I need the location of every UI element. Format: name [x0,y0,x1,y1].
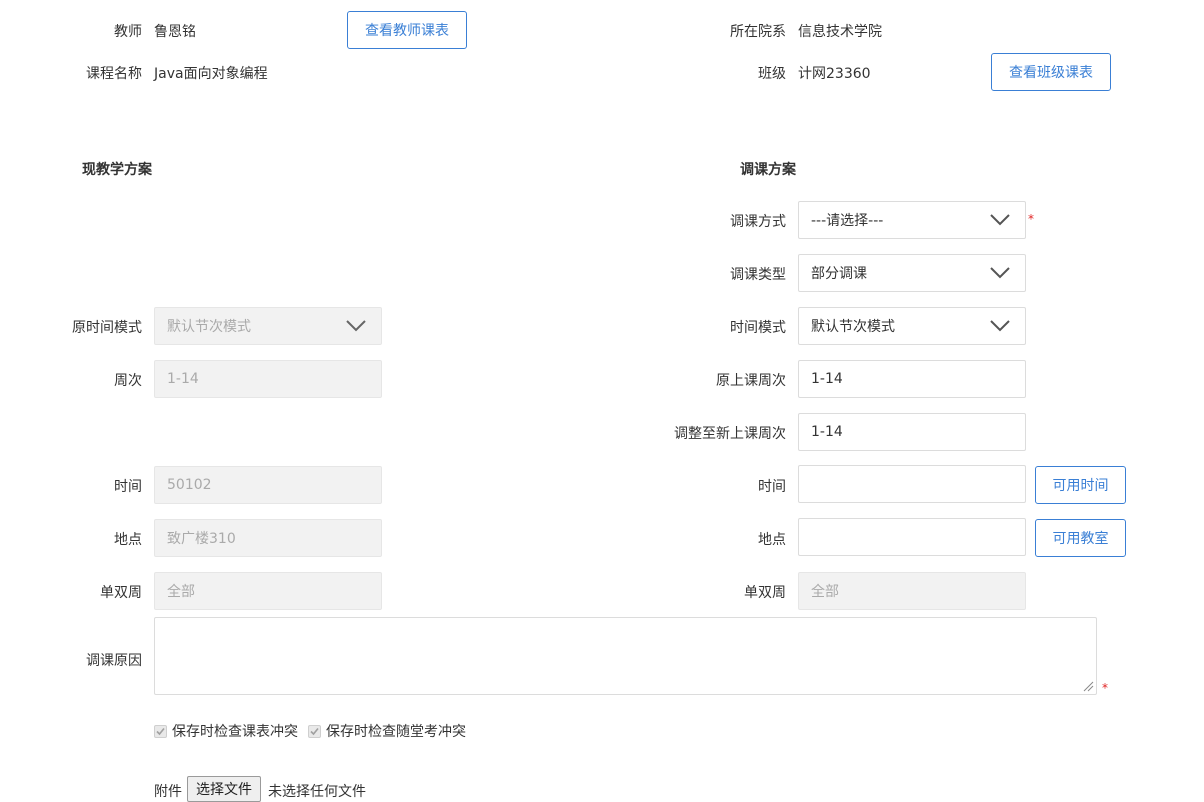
new-oddeven-field: 全部 [798,572,1026,610]
view-class-schedule-button[interactable]: 查看班级课表 [991,53,1111,91]
check-quiz-conflict-label: 保存时检查随堂考冲突 [326,724,466,740]
weeks-field: 1-14 [154,360,382,398]
chevron-down-icon [990,267,1010,279]
new-place-input[interactable] [798,518,1026,556]
oddeven-value: 全部 [167,584,195,600]
required-mark: * [1102,681,1108,695]
teacher-label: 教师 [114,24,142,40]
new-time-input[interactable] [798,465,1026,503]
adjust-method-select[interactable]: ---请选择--- [798,201,1026,239]
adjust-type-select[interactable]: 部分调课 [798,254,1026,292]
oddeven-field: 全部 [154,572,382,610]
orig-weeks-input[interactable]: 1-14 [798,360,1026,398]
new-place-label: 地点 [758,532,786,548]
resize-handle-icon[interactable] [1083,681,1094,692]
choose-file-button[interactable]: 选择文件 [187,776,261,802]
check-schedule-conflict-label: 保存时检查课表冲突 [172,724,298,740]
orig-time-mode-value: 默认节次模式 [167,319,251,335]
new-time-label: 时间 [758,479,786,495]
place-field: 致广楼310 [154,519,382,557]
reason-textarea[interactable] [154,617,1097,695]
new-oddeven-label: 单双周 [744,585,786,601]
new-weeks-value: 1-14 [811,424,843,440]
time-label: 时间 [114,479,142,495]
adjust-plan-title: 调课方案 [740,162,796,178]
time-value: 50102 [167,477,212,493]
adjust-type-label: 调课类型 [730,267,786,283]
new-oddeven-value: 全部 [811,584,839,600]
time-mode-select[interactable]: 默认节次模式 [798,307,1026,345]
time-mode-label: 时间模式 [730,320,786,336]
check-quiz-conflict[interactable]: 保存时检查随堂考冲突 [308,721,466,741]
file-status: 未选择任何文件 [268,784,366,800]
new-weeks-label: 调整至新上课周次 [674,426,786,442]
adjust-type-value: 部分调课 [811,266,867,282]
weeks-label: 周次 [114,373,142,389]
time-field: 50102 [154,466,382,504]
view-teacher-schedule-button[interactable]: 查看教师课表 [347,11,467,49]
reason-label: 调课原因 [86,653,142,669]
orig-weeks-value: 1-14 [811,371,843,387]
adjust-method-label: 调课方式 [730,214,786,230]
checkbox-checked-icon[interactable] [154,724,167,738]
weeks-value: 1-14 [167,371,199,387]
place-label: 地点 [114,532,142,548]
place-value: 致广楼310 [167,531,236,547]
required-mark: * [1028,212,1034,226]
orig-time-mode-select: 默认节次模式 [154,307,382,345]
current-plan-title: 现教学方案 [82,162,152,178]
college-value: 信息技术学院 [798,24,882,40]
check-schedule-conflict[interactable]: 保存时检查课表冲突 [154,721,298,741]
checkbox-checked-icon[interactable] [308,724,321,738]
orig-weeks-label: 原上课周次 [716,373,786,389]
oddeven-label: 单双周 [100,585,142,601]
chevron-down-icon [990,214,1010,226]
college-label: 所在院系 [730,24,786,40]
attachment-label: 附件 [154,784,182,800]
teacher-value: 鲁恩铭 [154,24,196,40]
time-mode-value: 默认节次模式 [811,319,895,335]
adjust-method-value: ---请选择--- [811,213,884,229]
class-value: 计网23360 [798,66,871,82]
course-name-label: 课程名称 [86,66,142,82]
available-time-button[interactable]: 可用时间 [1035,466,1126,504]
new-weeks-input[interactable]: 1-14 [798,413,1026,451]
orig-time-mode-label: 原时间模式 [72,320,142,336]
chevron-down-icon [990,320,1010,332]
available-room-button[interactable]: 可用教室 [1035,519,1126,557]
class-label: 班级 [758,66,786,82]
course-name-value: Java面向对象编程 [154,66,268,82]
chevron-down-icon [346,320,366,332]
